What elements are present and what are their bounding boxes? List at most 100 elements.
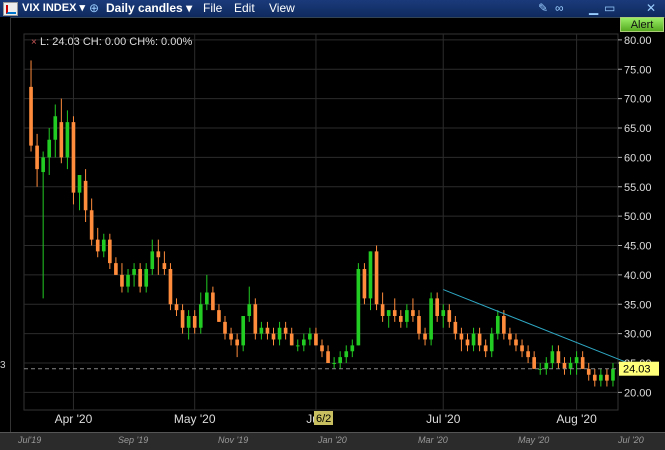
candle-up [599,368,603,387]
x-tick-label: Jul '20 [426,412,461,426]
candle-down [447,304,452,328]
title-bar: VIX INDEX ▾ ⊕ Daily candles ▾ File Edit … [0,0,665,18]
candle-body [326,351,330,363]
close-info-icon[interactable]: × [31,37,37,48]
left-toolbar [0,17,11,432]
symbol-label: VIX INDEX [22,2,77,14]
candle-body [459,333,464,340]
alert-button[interactable]: Alert [620,17,664,32]
candle-up [198,292,203,334]
candle-down [532,351,536,369]
info-line: L: 24.03 CH: 0.00 CH%: 0.00% [40,36,192,48]
candle-body [186,316,191,328]
candle-down [174,298,179,316]
candle-body [217,310,221,322]
candle-up [65,110,70,170]
wrench-icon[interactable]: ✎ [538,1,548,15]
candle-down [89,198,94,246]
close-icon[interactable]: ✕ [646,1,656,15]
candle-up [308,327,312,346]
candle-up [471,327,476,352]
candle-body [289,333,294,346]
interval-selector[interactable]: Daily candles ▾ [106,1,192,16]
candle-up [344,345,349,363]
candle-body [283,327,288,334]
candle-body [508,333,512,340]
candle-up [277,321,282,346]
candle-body [162,263,167,269]
candle-body [538,368,543,370]
candle-body [53,116,58,140]
crosshair-date-tag: 6/2 [314,411,333,425]
candle-down [483,339,488,358]
candle-up [126,269,130,293]
candle-up [132,263,136,287]
candle-down [217,304,221,322]
candle-up [205,274,209,311]
candlestick-chart[interactable]: 80.00 75.00 70.00 65.00 60.00 55.00 50.00 45.00… [0,0,665,449]
candle-body [580,357,585,369]
candle-body [29,86,33,146]
candle-body [277,327,282,340]
candle-down [423,327,427,346]
candle-body [380,304,385,316]
candle-down [114,257,118,275]
zoom-in-icon[interactable]: ⊕ [89,1,99,15]
candle-down [108,233,112,269]
candle-body [544,363,549,369]
y-tick-label: 30.00 [624,329,652,341]
candles [29,60,615,387]
menu-edit[interactable]: Edit [234,1,255,16]
candle-down [362,263,367,305]
menu-view[interactable]: View [269,1,295,16]
candle-down [120,263,124,293]
last-price-tag: 24.03 [619,361,659,376]
gridlines [24,34,618,410]
candle-up [241,316,246,352]
candle-up [574,351,579,375]
candle-down [180,304,185,334]
candle-up [295,339,300,352]
candle-body [350,345,355,352]
candle-down [592,368,597,387]
candle-body [423,333,427,340]
candle-up [550,345,555,369]
x-axis: Apr '20 May '20 Jun Jul '20 Aug '20 [55,412,597,426]
candle-up [356,263,361,346]
candle-body [205,292,209,305]
link-icon[interactable]: ∞ [555,1,564,15]
candle-body [520,345,524,352]
candle-down [253,298,258,340]
candle-down [374,245,379,311]
candle-body [259,327,264,334]
candle-down [465,333,470,352]
candle-down [605,368,609,387]
y-tick-label: 55.00 [624,182,652,194]
menu-file[interactable]: File [203,1,222,16]
candle-body [138,269,142,287]
overview-scrollbar[interactable] [0,432,665,450]
interval-label: Daily candles [106,1,183,15]
candle-up [611,363,615,387]
candle-body [471,333,476,346]
candle-down [29,60,33,152]
restore-icon[interactable]: ▭ [604,1,615,15]
candle-body [253,304,258,334]
candle-down [514,333,518,352]
candle-down [320,339,324,358]
candle-down [477,327,482,352]
candle-down [223,316,227,340]
trendline[interactable] [443,289,632,365]
crosshair-date-label: 6/2 [316,413,331,425]
candle-body [247,304,252,316]
candle-body [374,251,379,305]
candle-body [398,316,403,322]
plot-frame [23,33,619,411]
candle-up [544,357,549,375]
candle-down [265,321,270,340]
candle-body [417,316,421,334]
symbol-selector[interactable]: VIX INDEX ▾ [22,1,85,16]
minimize-icon[interactable]: ▁ [589,1,598,15]
candle-down [71,116,76,205]
x-tick-label: Aug '20 [556,412,597,426]
